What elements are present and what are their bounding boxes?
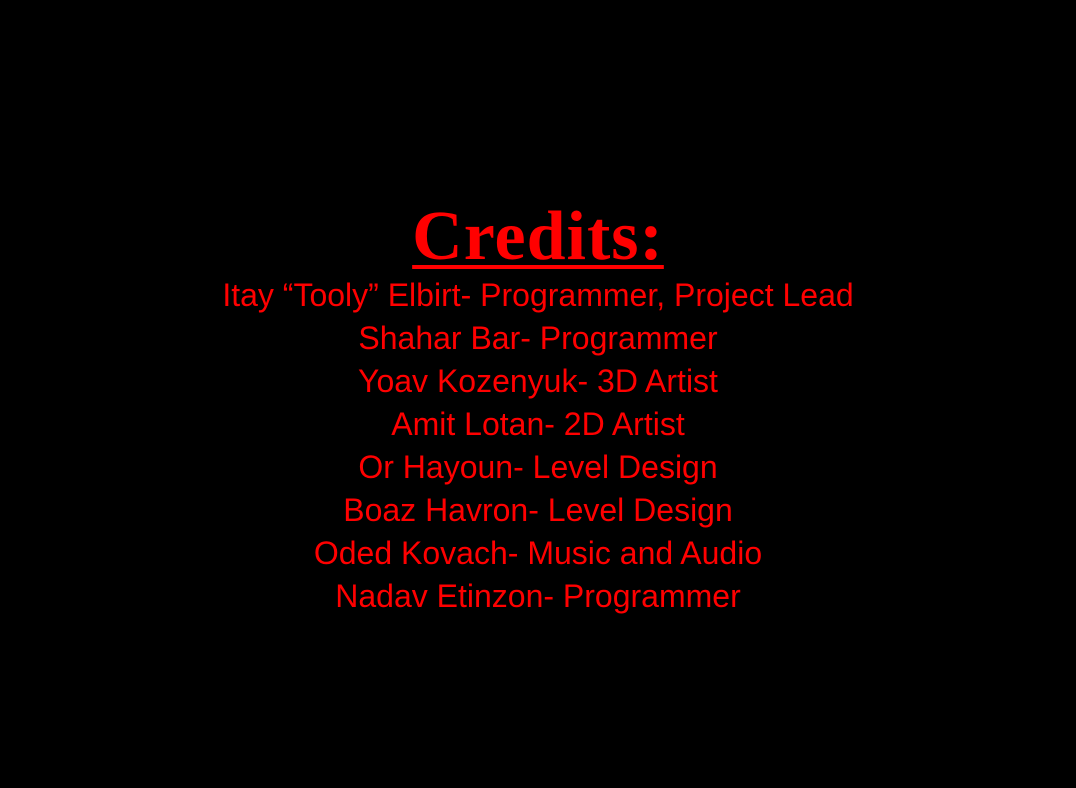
credits-block: Credits: Itay “Tooly” Elbirt- Programmer…: [0, 200, 1076, 618]
credit-line: Itay “Tooly” Elbirt- Programmer, Project…: [222, 277, 854, 313]
credit-line: Amit Lotan- 2D Artist: [391, 406, 685, 442]
credits-list: Itay “Tooly” Elbirt- Programmer, Project…: [0, 274, 1076, 618]
credit-line: Nadav Etinzon- Programmer: [335, 578, 741, 614]
credit-line: Boaz Havron- Level Design: [343, 492, 733, 528]
credit-line: Or Hayoun- Level Design: [358, 449, 718, 485]
credit-line: Shahar Bar- Programmer: [358, 320, 718, 356]
credit-line: Yoav Kozenyuk- 3D Artist: [358, 363, 718, 399]
credits-screen: Credits: Itay “Tooly” Elbirt- Programmer…: [0, 0, 1076, 788]
credit-line: Oded Kovach- Music and Audio: [313, 535, 763, 571]
credits-title: Credits:: [412, 198, 664, 275]
